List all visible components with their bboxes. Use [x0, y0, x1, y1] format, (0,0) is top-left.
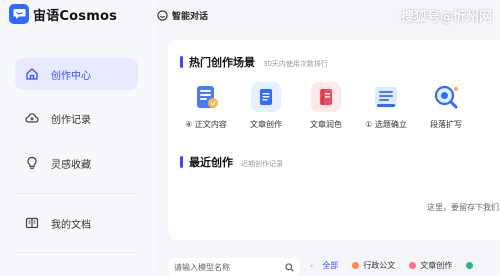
scene-label: 文章创作 [250, 120, 282, 129]
hot-scenes-header: 热门创作场景 30天内使用次数排行 [180, 54, 328, 70]
topic-list-icon [371, 82, 401, 112]
watermark: 搜狐号@忻州网 [400, 10, 492, 25]
home-icon [25, 67, 39, 81]
sidebar-item-label: 我的文档 [51, 219, 91, 231]
empty-state-text: 这里，要留存下我们 [427, 203, 499, 212]
scene-label: ① 选题确立 [365, 120, 407, 129]
filter-label: 行政公文 [363, 261, 396, 270]
recent-title: 最近创作 [189, 156, 233, 169]
section-accent-bar [180, 56, 183, 68]
magnifier-icon [431, 82, 461, 112]
sidebar-item-label: 创作记录 [51, 114, 91, 126]
divider [15, 252, 138, 253]
scene-label: 文章润色 [310, 120, 342, 129]
scene-label: ④ 正文内容 [185, 120, 227, 129]
sidebar-item-creation-history[interactable]: 创作记录 [15, 102, 138, 134]
chevron-left-icon[interactable]: ‹ [310, 261, 313, 270]
scene-topic-setting[interactable]: ① 选题确立 [360, 82, 412, 130]
app-title: 宙语Cosmos [33, 8, 118, 24]
cloud-icon [25, 111, 39, 125]
filter-all[interactable]: 全部 [322, 260, 338, 271]
recent-header: 最近创作 近期创作记录 [180, 154, 283, 170]
model-search-input[interactable]: 请输入模型名称 [174, 262, 285, 273]
green-dot-icon [466, 262, 474, 269]
sidebar-item-my-documents[interactable]: 我的文档 [15, 207, 138, 239]
section-accent-bar [180, 156, 183, 168]
sidebar-item-creation-center[interactable]: 创作中心 [15, 58, 138, 90]
sidebar-item-label: 创作中心 [51, 70, 91, 82]
chat-smile-icon [157, 9, 168, 21]
divider [15, 193, 138, 194]
category-filters: ‹ 全部 行政公文 文章创作 [310, 260, 491, 271]
lightbulb-icon [25, 156, 39, 170]
filter-label: 文章创作 [420, 261, 453, 270]
filter-label: 全部 [322, 261, 339, 270]
chat-bubble-logo-icon [9, 4, 29, 24]
pink-dot-icon [409, 262, 417, 269]
book-icon [25, 216, 39, 230]
scene-article-polish[interactable]: 文章润色 [300, 82, 352, 130]
filter-more[interactable] [466, 262, 477, 269]
red-book-icon [311, 82, 341, 112]
recent-subtitle: 近期创作记录 [241, 160, 283, 168]
filter-article-writing[interactable]: 文章创作 [409, 260, 452, 271]
filter-admin-docs[interactable]: 行政公文 [352, 260, 395, 271]
smart-chat-button[interactable]: 智能对话 [157, 9, 208, 22]
scene-main-content[interactable]: ④ 正文内容 [180, 82, 232, 130]
sidebar-item-label: 灵感收藏 [51, 159, 91, 171]
sidebar: 宙语Cosmos 创作中心 创作记录 灵感收藏 我的文档 [0, 0, 157, 274]
hot-scenes-title: 热门创作场景 [189, 56, 255, 69]
smart-chat-label: 智能对话 [172, 11, 209, 22]
hot-scenes-subtitle: 30天内使用次数排行 [263, 60, 328, 68]
model-search-box[interactable]: 请输入模型名称 [168, 258, 300, 276]
scene-label: 段落扩写 [430, 120, 462, 129]
orange-dot-icon [352, 262, 360, 269]
article-icon [251, 82, 281, 112]
document-list-icon [191, 82, 221, 112]
brand[interactable]: 宙语Cosmos [9, 4, 117, 24]
scene-paragraph-expand[interactable]: 段落扩写 [420, 82, 472, 130]
scene-article-writing[interactable]: 文章创作 [240, 82, 292, 130]
sidebar-item-inspiration[interactable]: 灵感收藏 [15, 147, 138, 179]
search-icon[interactable] [285, 262, 294, 272]
